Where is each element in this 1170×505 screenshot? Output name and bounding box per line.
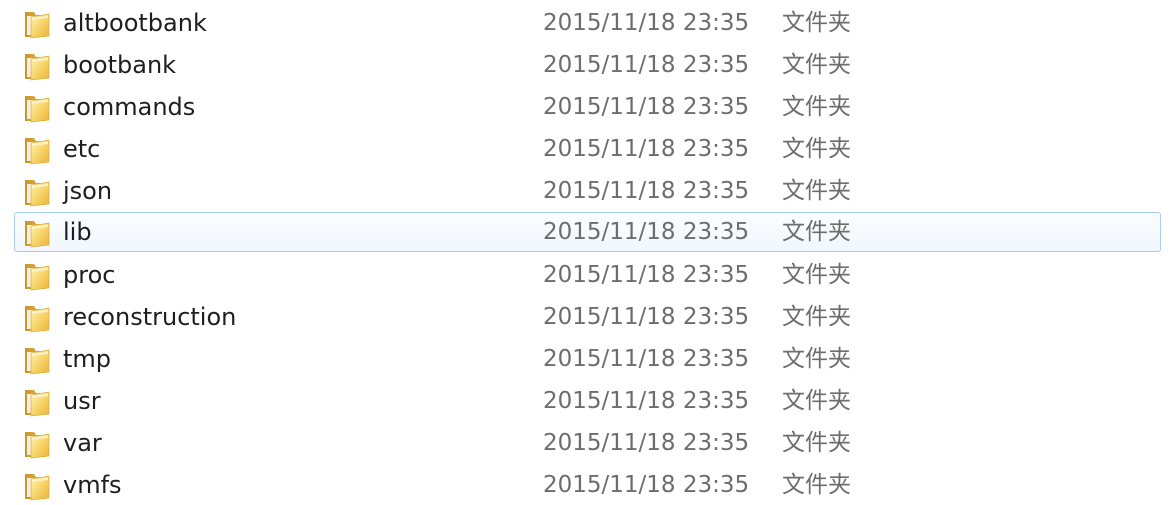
file-date-modified: 2015/11/18 23:35 <box>543 94 750 120</box>
file-date-modified: 2015/11/18 23:35 <box>543 472 750 498</box>
file-type: 文件夹 <box>782 10 851 36</box>
file-row[interactable]: reconstruction 2015/11/18 23:35 文件夹 <box>14 297 1161 337</box>
file-date-modified: 2015/11/18 23:35 <box>543 304 750 330</box>
file-name: commands <box>63 93 196 121</box>
folder-icon <box>23 218 51 248</box>
folder-icon <box>23 177 51 207</box>
folder-icon <box>23 345 51 375</box>
file-row[interactable]: tmp 2015/11/18 23:35 文件夹 <box>14 339 1161 379</box>
folder-icon <box>23 387 51 417</box>
file-type: 文件夹 <box>782 346 851 372</box>
file-date-modified: 2015/11/18 23:35 <box>543 219 750 245</box>
file-name: usr <box>63 387 101 415</box>
file-date-modified: 2015/11/18 23:35 <box>543 262 750 288</box>
folder-icon <box>23 9 51 39</box>
file-row[interactable]: var 2015/11/18 23:35 文件夹 <box>14 423 1161 463</box>
file-date-modified: 2015/11/18 23:35 <box>543 178 750 204</box>
file-type: 文件夹 <box>782 219 851 245</box>
folder-icon <box>23 51 51 81</box>
file-type: 文件夹 <box>782 136 851 162</box>
file-list: altbootbank 2015/11/18 23:35 文件夹 bootban… <box>0 0 1170 505</box>
folder-icon <box>23 93 51 123</box>
file-type: 文件夹 <box>782 52 851 78</box>
file-date-modified: 2015/11/18 23:35 <box>543 430 750 456</box>
file-name: altbootbank <box>63 9 207 37</box>
folder-icon <box>23 135 51 165</box>
file-name: proc <box>63 261 116 289</box>
file-row[interactable]: vmfs 2015/11/18 23:35 文件夹 <box>14 465 1161 505</box>
file-row[interactable]: commands 2015/11/18 23:35 文件夹 <box>14 87 1161 127</box>
file-name: vmfs <box>63 471 122 499</box>
file-date-modified: 2015/11/18 23:35 <box>543 346 750 372</box>
file-type: 文件夹 <box>782 262 851 288</box>
file-type: 文件夹 <box>782 430 851 456</box>
file-row[interactable]: bootbank 2015/11/18 23:35 文件夹 <box>14 45 1161 85</box>
file-name: bootbank <box>63 51 177 79</box>
file-name: var <box>63 429 102 457</box>
file-name: etc <box>63 135 101 163</box>
file-name: tmp <box>63 345 112 373</box>
file-date-modified: 2015/11/18 23:35 <box>543 52 750 78</box>
file-name: lib <box>63 218 92 246</box>
file-row[interactable]: altbootbank 2015/11/18 23:35 文件夹 <box>14 3 1161 43</box>
file-name: reconstruction <box>63 303 237 331</box>
file-type: 文件夹 <box>782 304 851 330</box>
file-type: 文件夹 <box>782 472 851 498</box>
file-date-modified: 2015/11/18 23:35 <box>543 388 750 414</box>
file-row[interactable]: lib 2015/11/18 23:35 文件夹 <box>14 212 1161 252</box>
file-row[interactable]: etc 2015/11/18 23:35 文件夹 <box>14 129 1161 169</box>
folder-icon <box>23 471 51 501</box>
file-row[interactable]: json 2015/11/18 23:35 文件夹 <box>14 171 1161 211</box>
file-row[interactable]: usr 2015/11/18 23:35 文件夹 <box>14 381 1161 421</box>
file-row[interactable]: proc 2015/11/18 23:35 文件夹 <box>14 255 1161 295</box>
folder-icon <box>23 261 51 291</box>
file-type: 文件夹 <box>782 178 851 204</box>
file-name: json <box>63 177 113 205</box>
file-type: 文件夹 <box>782 94 851 120</box>
file-date-modified: 2015/11/18 23:35 <box>543 10 750 36</box>
folder-icon <box>23 303 51 333</box>
folder-icon <box>23 429 51 459</box>
file-date-modified: 2015/11/18 23:35 <box>543 136 750 162</box>
file-type: 文件夹 <box>782 388 851 414</box>
